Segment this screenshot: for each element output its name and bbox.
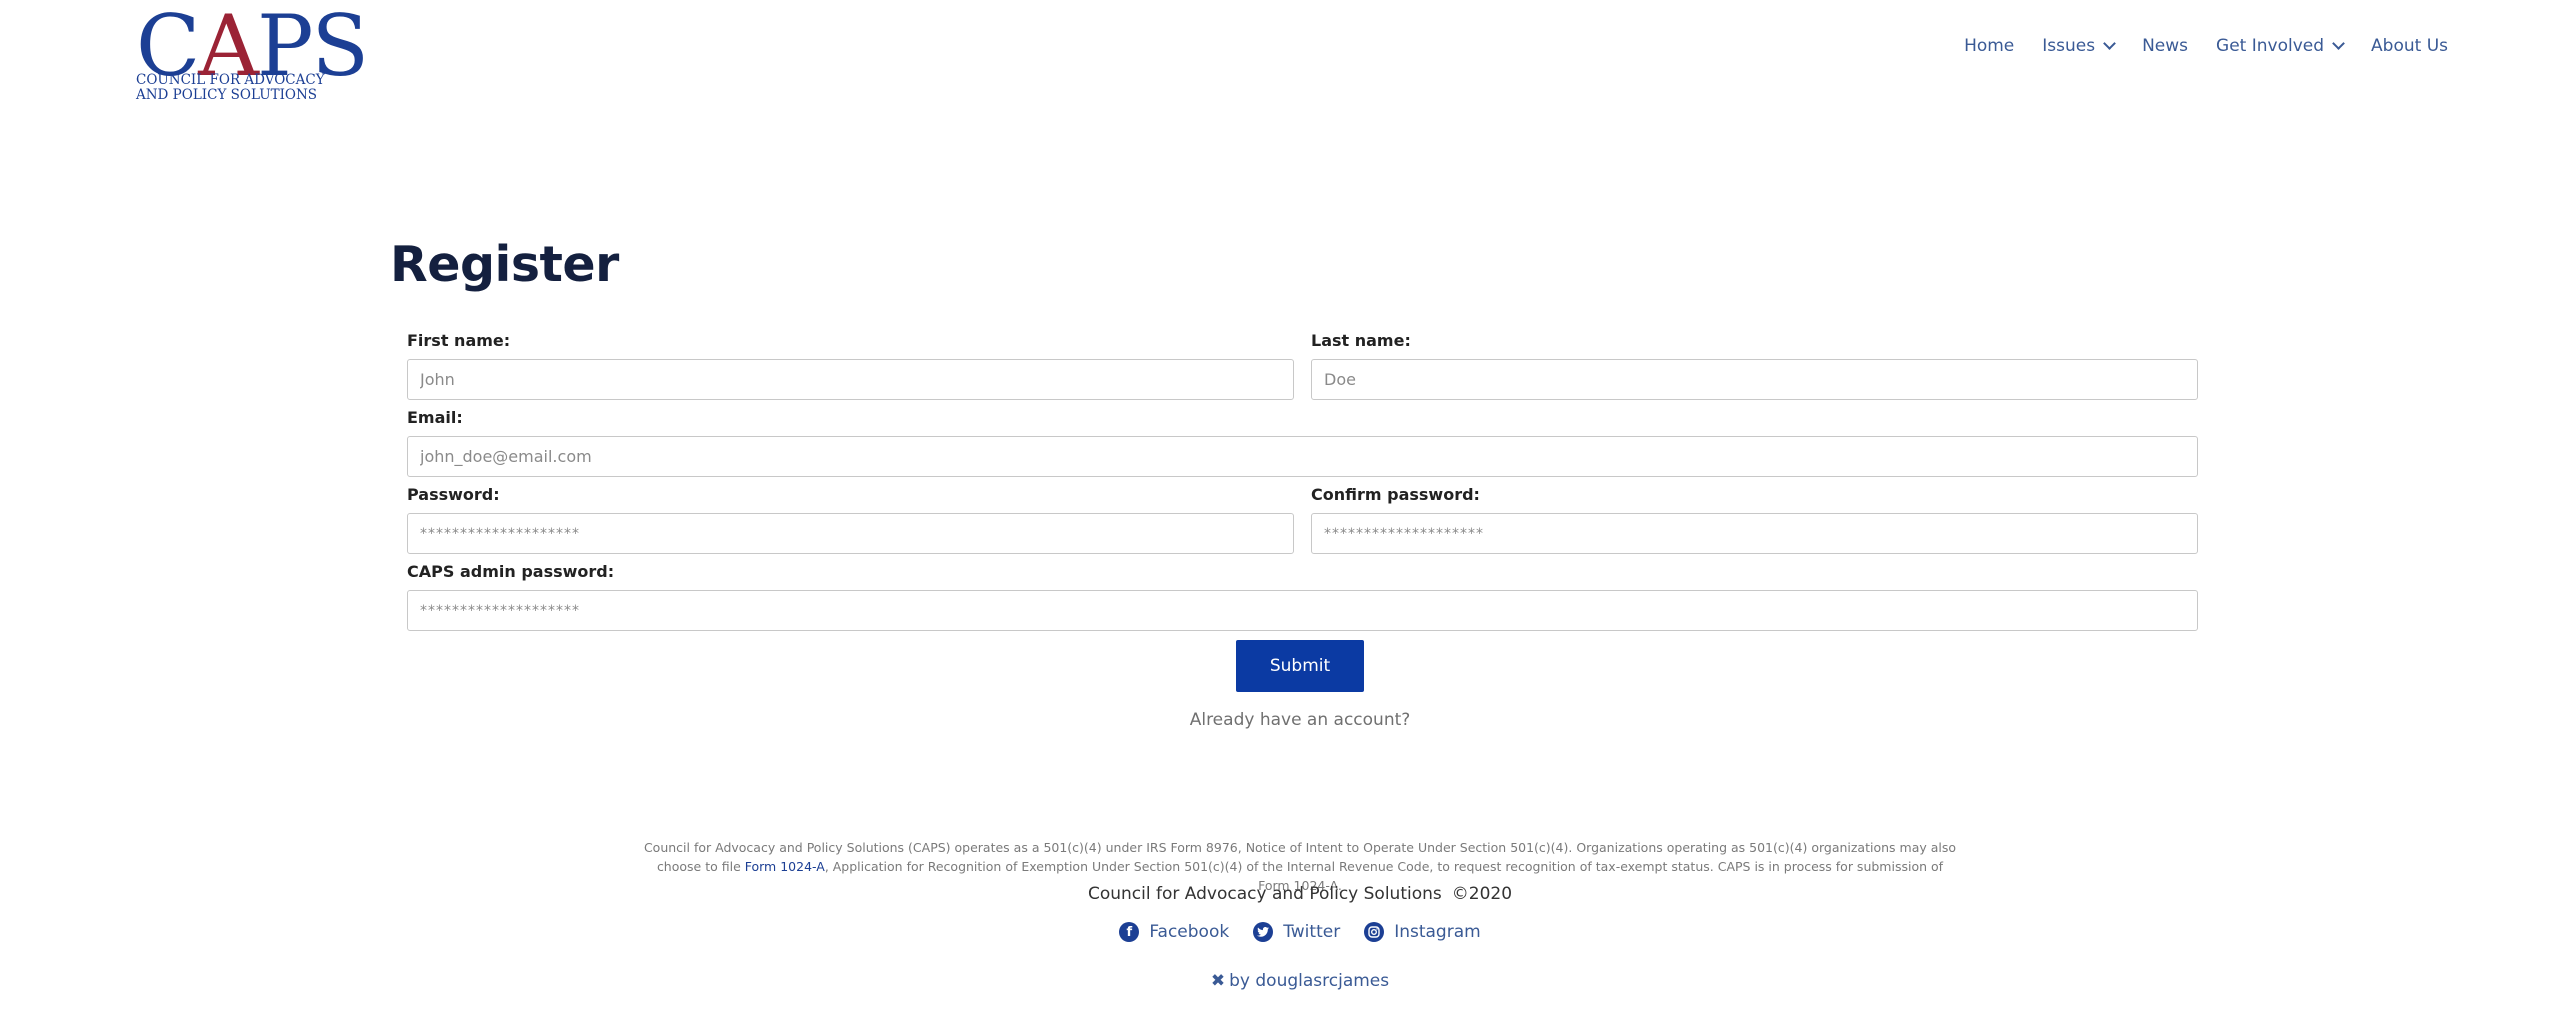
last-name-input[interactable] bbox=[1311, 359, 2198, 400]
nav-about-us[interactable]: About Us bbox=[2371, 36, 2448, 56]
twitter-label: Twitter bbox=[1283, 922, 1341, 942]
password-label: Password: bbox=[407, 485, 500, 504]
facebook-label: Facebook bbox=[1149, 922, 1230, 942]
logo-subtitle-line1: COUNCIL FOR ADVOCACY bbox=[136, 72, 325, 88]
logo-subtitle-line2: AND POLICY SOLUTIONS bbox=[136, 87, 318, 103]
chevron-down-icon bbox=[2332, 37, 2345, 50]
instagram-label: Instagram bbox=[1394, 922, 1481, 942]
nav-news[interactable]: News bbox=[2142, 36, 2188, 56]
instagram-icon bbox=[1364, 922, 1385, 942]
first-name-label: First name: bbox=[407, 331, 511, 350]
admin-password-input[interactable] bbox=[407, 590, 2198, 631]
chevron-down-icon bbox=[2103, 37, 2116, 50]
footer-copyright: ©2020 bbox=[1451, 884, 1513, 904]
nav-news-label: News bbox=[2142, 36, 2189, 56]
form-1024a-link[interactable]: Form 1024-A bbox=[745, 859, 825, 874]
site-header: CAPS COUNCIL FOR ADVOCACY AND POLICY SOL… bbox=[0, 0, 2560, 120]
nav-issues[interactable]: Issues bbox=[2042, 36, 2116, 56]
instagram-link[interactable]: Instagram bbox=[1364, 922, 1481, 942]
submit-button[interactable]: Submit bbox=[1236, 640, 1364, 692]
main-nav: Home Issues News Get Involved About Us bbox=[1936, 36, 2448, 56]
tools-icon: ✖ bbox=[1210, 971, 1226, 991]
last-name-label: Last name: bbox=[1311, 331, 1411, 350]
nav-home-label: Home bbox=[1964, 36, 2015, 56]
twitter-link[interactable]: Twitter bbox=[1253, 922, 1340, 942]
nav-home[interactable]: Home bbox=[1964, 36, 2014, 56]
caps-logo[interactable]: CAPS COUNCIL FOR ADVOCACY AND POLICY SOL… bbox=[136, 4, 369, 103]
nav-about-us-label: About Us bbox=[2371, 36, 2448, 56]
confirm-password-label: Confirm password: bbox=[1311, 485, 1480, 504]
confirm-password-input[interactable] bbox=[1311, 513, 2198, 554]
twitter-icon bbox=[1253, 922, 1274, 942]
page-title: Register bbox=[390, 236, 619, 293]
password-input[interactable] bbox=[407, 513, 1294, 554]
footer-org: Council for Advocacy and Policy Solution… bbox=[900, 884, 1700, 904]
footer-org-name: Council for Advocacy and Policy Solution… bbox=[1087, 884, 1442, 904]
credit-link[interactable]: ✖ by douglasrcjames bbox=[1100, 971, 1500, 991]
nav-get-involved[interactable]: Get Involved bbox=[2216, 36, 2345, 56]
email-label: Email: bbox=[407, 408, 463, 427]
credit-label: by douglasrcjames bbox=[1229, 971, 1390, 991]
nav-get-involved-label: Get Involved bbox=[2216, 36, 2325, 56]
social-links: f Facebook Twitter Instagram bbox=[0, 922, 2560, 942]
email-input[interactable] bbox=[407, 436, 2198, 477]
admin-password-label: CAPS admin password: bbox=[407, 562, 615, 581]
facebook-link[interactable]: f Facebook bbox=[1119, 922, 1229, 942]
nav-issues-label: Issues bbox=[2042, 36, 2096, 56]
first-name-input[interactable] bbox=[407, 359, 1294, 400]
facebook-icon: f bbox=[1119, 922, 1140, 942]
already-have-account-link[interactable]: Already have an account? bbox=[1100, 710, 1500, 730]
